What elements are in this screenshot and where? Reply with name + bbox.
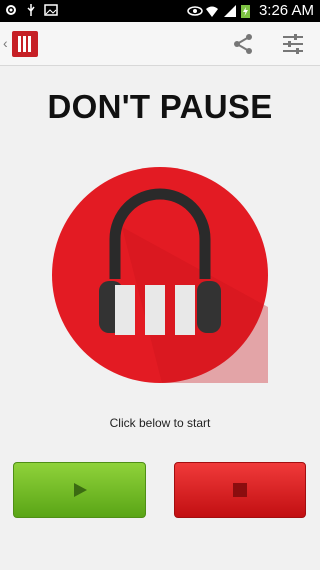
share-icon <box>234 34 252 54</box>
status-time: 3:26 AM <box>258 2 314 19</box>
image-icon <box>44 3 58 17</box>
signal-icon <box>223 4 237 18</box>
play-button[interactable] <box>13 462 146 518</box>
pause-logo-icon[interactable] <box>12 31 38 57</box>
page-title: DON'T PAUSE <box>47 88 273 125</box>
settings-gear-icon <box>4 3 18 17</box>
eye-icon <box>187 4 203 18</box>
wifi-icon <box>205 4 219 18</box>
status-bar: 3:26 AM <box>0 0 320 22</box>
battery-charging-icon <box>240 4 255 18</box>
action-bar: ‹ <box>0 22 320 66</box>
equalizer-settings-button[interactable] <box>280 31 306 57</box>
stop-button[interactable] <box>174 462 306 518</box>
usb-icon <box>24 3 38 17</box>
up-chevron-icon[interactable]: ‹ <box>3 35 8 51</box>
play-icon <box>73 483 87 497</box>
stop-icon <box>233 483 247 497</box>
share-button[interactable] <box>230 31 256 57</box>
headphones-logo <box>52 167 268 383</box>
start-hint: Click below to start <box>109 416 211 430</box>
equalizer-settings-icon <box>283 34 303 54</box>
